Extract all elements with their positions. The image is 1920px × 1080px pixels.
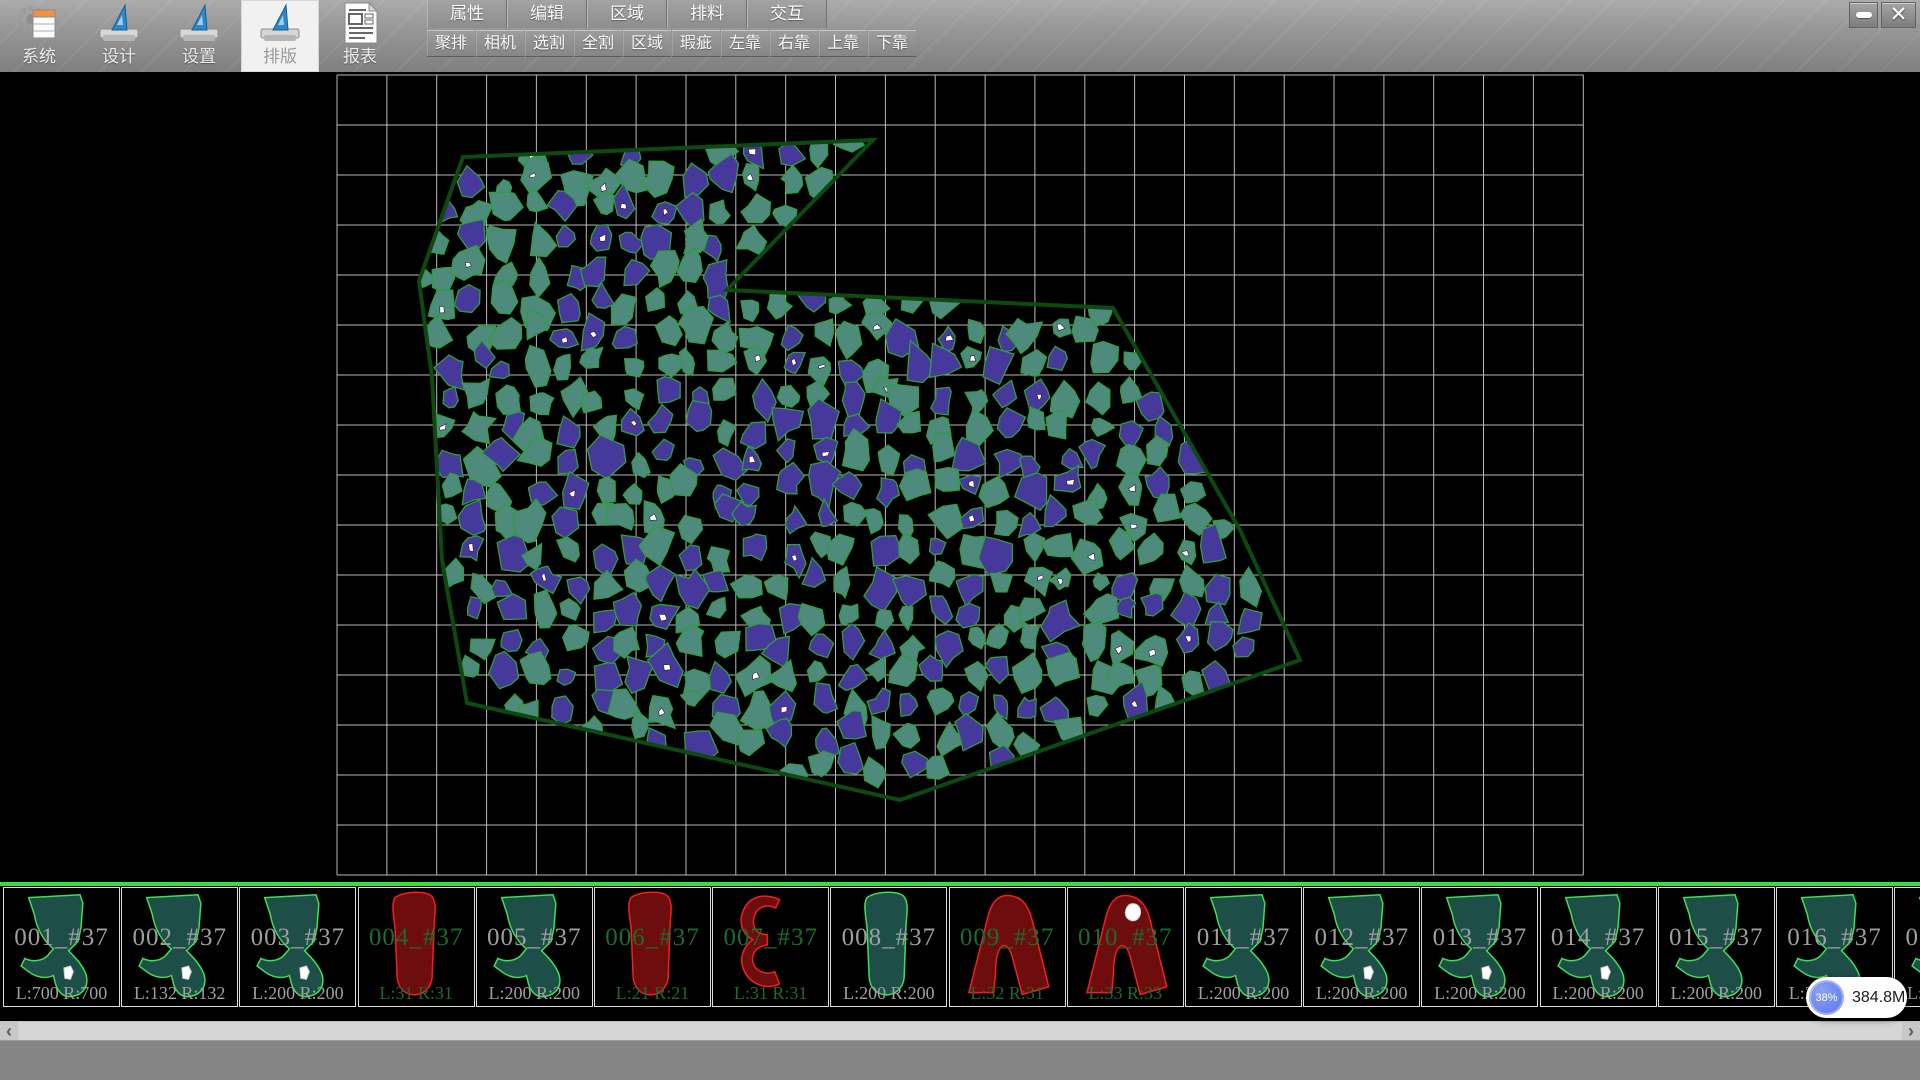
canvas-background xyxy=(0,72,1920,882)
tool-bar: 聚排相机选割全割区域瑕疵左靠右靠上靠下靠 xyxy=(427,30,916,58)
tool-button-select-cut[interactable]: 选割 xyxy=(525,30,573,57)
system-icon xyxy=(16,2,62,46)
parts-thumbnail-strip: 001_#37L:700 R:700002_#37L:132 R:132003_… xyxy=(0,886,1920,1021)
part-count-label: L:200 R:200 xyxy=(1541,983,1656,1004)
minimize-icon xyxy=(1856,12,1872,18)
application-window: 系统设计设置排版报表 属性编辑区域排料交互 聚排相机选割全割区域瑕疵左靠右靠上靠… xyxy=(0,0,1920,1080)
app-button-design[interactable]: 设计 xyxy=(80,0,158,72)
app-button-label: 设计 xyxy=(102,46,136,68)
part-thumbnail-015_#37[interactable]: 015_#37 L:200 R:200 xyxy=(1658,887,1775,1007)
part-count-label: L:200 R:200 xyxy=(831,983,946,1004)
part-thumbnail-014_#37[interactable]: 014_#37 L:200 R:200 xyxy=(1540,887,1657,1007)
scrollbar-track[interactable] xyxy=(18,1022,1902,1041)
part-id-label: 001_#37 xyxy=(4,924,119,952)
part-thumbnail-008_#37[interactable]: 008_#37 L:200 R:200 xyxy=(830,887,947,1007)
part-count-label: L:200 R:200 xyxy=(1186,983,1301,1004)
report-icon xyxy=(339,0,381,46)
part-thumbnail-013_#37[interactable]: 013_#37 L:200 R:200 xyxy=(1421,887,1538,1007)
part-id-label: 011_#37 xyxy=(1186,924,1301,952)
tool-button-cluster-nest[interactable]: 聚排 xyxy=(427,30,475,57)
menu-button-properties[interactable]: 属性 xyxy=(427,0,507,28)
part-thumbnail-011_#37[interactable]: 011_#37 L:200 R:200 xyxy=(1185,887,1302,1007)
part-id-label: 008_#37 xyxy=(831,924,946,952)
menu-button-interact[interactable]: 交互 xyxy=(747,0,827,28)
scroll-right-arrow-icon[interactable]: › xyxy=(1902,1022,1920,1041)
part-count-label: L:200 R:200 xyxy=(1659,983,1774,1004)
part-thumbnail-004_#37[interactable]: 004_#37 L:31 R:31 xyxy=(358,887,475,1007)
tool-button-snap-down[interactable]: 下靠 xyxy=(868,30,916,57)
part-id-label: 010_#37 xyxy=(1068,924,1183,952)
tool-button-snap-up[interactable]: 上靠 xyxy=(819,30,867,57)
set-square-icon xyxy=(175,2,223,46)
part-count-label: L:200 R:200 xyxy=(1422,983,1537,1004)
app-button-label: 系统 xyxy=(22,46,56,68)
tool-button-snap-left[interactable]: 左靠 xyxy=(721,30,769,57)
status-bar xyxy=(0,1040,1920,1080)
tool-button-snap-right[interactable]: 右靠 xyxy=(770,30,818,57)
part-count-label: L:132 R:132 xyxy=(122,983,237,1004)
part-thumbnail-007_#37[interactable]: 007_#37 L:31 R:31 xyxy=(712,887,829,1007)
part-count-label: L:700 R:700 xyxy=(4,983,119,1004)
close-button[interactable]: ✕ xyxy=(1881,2,1916,28)
part-id-label: 006_#37 xyxy=(595,924,710,952)
app-button-label: 报表 xyxy=(343,46,377,68)
part-count-label: L:21 R:21 xyxy=(595,983,710,1004)
part-id-label: 017_#37 xyxy=(1895,924,1920,952)
part-id-label: 005_#37 xyxy=(477,924,592,952)
part-id-label: 012_#37 xyxy=(1304,924,1419,952)
app-button-label: 排版 xyxy=(263,46,297,68)
app-button-system[interactable]: 系统 xyxy=(0,0,78,72)
tool-button-camera[interactable]: 相机 xyxy=(476,30,524,57)
window-controls: ✕ xyxy=(1849,2,1916,28)
part-thumbnail-012_#37[interactable]: 012_#37 L:200 R:200 xyxy=(1303,887,1420,1007)
app-button-label: 设置 xyxy=(182,46,216,68)
tool-button-cut-all[interactable]: 全割 xyxy=(574,30,622,57)
part-id-label: 013_#37 xyxy=(1422,924,1537,952)
memory-size-label: 384.8M xyxy=(1852,989,1905,1007)
part-thumbnail-010_#37[interactable]: 010_#37 L:33 R:33 xyxy=(1067,887,1184,1007)
part-thumbnail-005_#37[interactable]: 005_#37 L:200 R:200 xyxy=(476,887,593,1007)
nesting-drawing xyxy=(0,72,1920,882)
part-thumbnail-003_#37[interactable]: 003_#37 L:200 R:200 xyxy=(239,887,356,1007)
app-button-settings[interactable]: 设置 xyxy=(160,0,238,72)
part-id-label: 015_#37 xyxy=(1659,924,1774,952)
part-id-label: 016_#37 xyxy=(1777,924,1892,952)
set-square-icon xyxy=(95,2,143,46)
part-count-label: L:200 R:200 xyxy=(1304,983,1419,1004)
part-count-label: L:31 R:31 xyxy=(713,983,828,1004)
part-id-label: 003_#37 xyxy=(240,924,355,952)
part-count-label: L:32 R:31 xyxy=(950,983,1065,1004)
horizontal-scrollbar[interactable]: ‹ › xyxy=(0,1021,1920,1041)
nesting-canvas[interactable] xyxy=(0,72,1920,882)
part-thumbnail-001_#37[interactable]: 001_#37 L:700 R:700 xyxy=(3,887,120,1007)
part-count-label: L:31 R:31 xyxy=(359,983,474,1004)
part-thumbnail-002_#37[interactable]: 002_#37 L:132 R:132 xyxy=(121,887,238,1007)
part-count-label: L:200 R:200 xyxy=(477,983,592,1004)
scroll-left-arrow-icon[interactable]: ‹ xyxy=(0,1022,18,1041)
tool-button-region[interactable]: 区域 xyxy=(623,30,671,57)
part-id-label: 004_#37 xyxy=(359,924,474,952)
part-count-label: L:200 R:200 xyxy=(240,983,355,1004)
menu-bar: 属性编辑区域排料交互 xyxy=(427,0,827,28)
tool-button-defect[interactable]: 瑕疵 xyxy=(672,30,720,57)
menu-button-edit[interactable]: 编辑 xyxy=(507,0,587,28)
close-icon: ✕ xyxy=(1890,4,1908,26)
part-thumbnail-009_#37[interactable]: 009_#37 L:32 R:31 xyxy=(949,887,1066,1007)
app-button-layout[interactable]: 排版 xyxy=(241,0,319,72)
part-id-label: 007_#37 xyxy=(713,924,828,952)
app-button-report[interactable]: 报表 xyxy=(321,0,399,72)
set-square-icon xyxy=(256,2,304,46)
part-thumbnail-006_#37[interactable]: 006_#37 L:21 R:21 xyxy=(594,887,711,1007)
memory-badge: 38% 384.8M xyxy=(1806,977,1907,1018)
part-count-label: L:33 R:33 xyxy=(1068,983,1183,1004)
memory-percent-indicator: 38% xyxy=(1809,980,1844,1015)
menu-button-nesting[interactable]: 排料 xyxy=(667,0,747,28)
part-id-label: 002_#37 xyxy=(122,924,237,952)
minimize-button[interactable] xyxy=(1849,2,1878,28)
toolbar: 系统设计设置排版报表 属性编辑区域排料交互 聚排相机选割全割区域瑕疵左靠右靠上靠… xyxy=(0,0,1920,72)
menu-button-region[interactable]: 区域 xyxy=(587,0,667,28)
part-id-label: 014_#37 xyxy=(1541,924,1656,952)
part-id-label: 009_#37 xyxy=(950,924,1065,952)
